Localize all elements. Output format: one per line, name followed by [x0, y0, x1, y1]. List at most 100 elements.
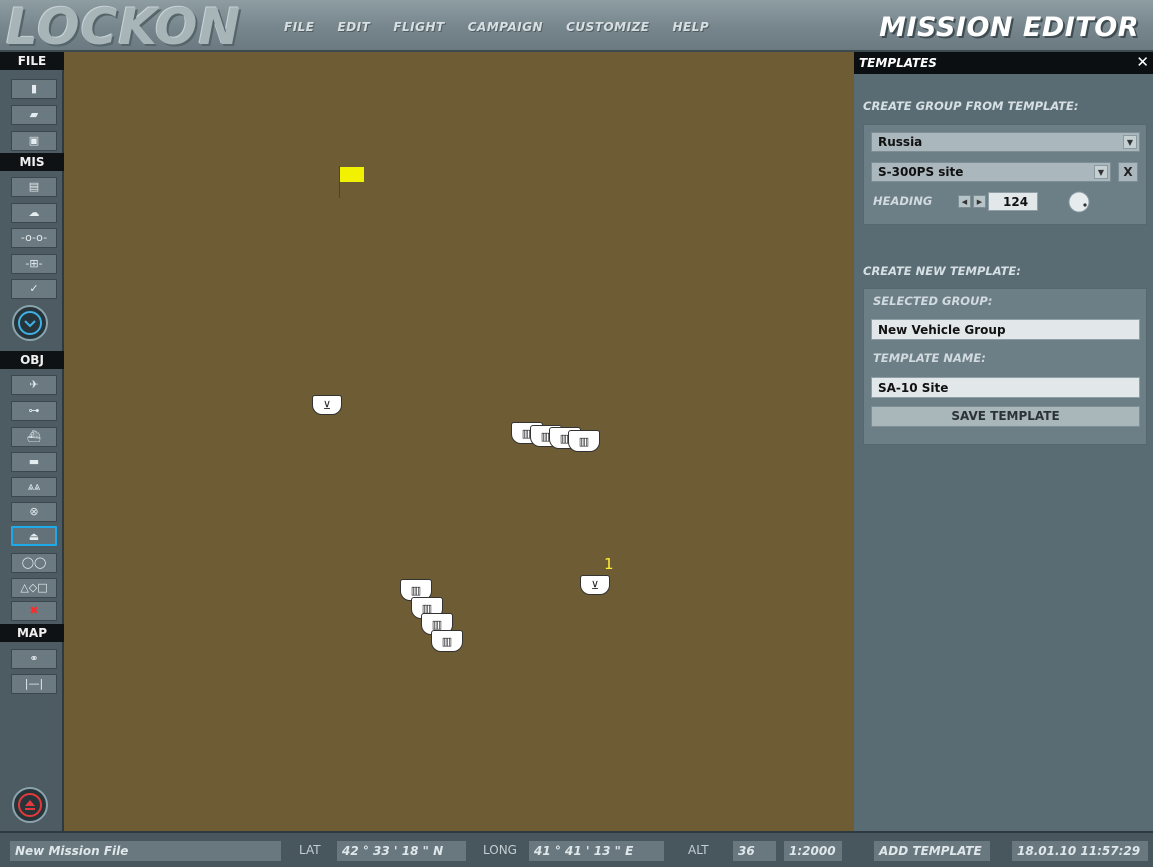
launcher-icon: ▥ [578, 434, 590, 448]
panel-header: TEMPLATES ✕ [854, 52, 1153, 74]
title-bar: LOCKON FILE EDIT FLIGHT CAMPAIGN CUSTOMI… [0, 0, 1153, 56]
selected-group-value: New Vehicle Group [878, 323, 1006, 337]
template-icon: ⏏ [28, 530, 40, 543]
longitude-value: 41 ° 41 ' 13 " E [529, 841, 664, 861]
radar-icon: ⊻ [322, 398, 332, 412]
save-icon: ▣ [28, 134, 40, 147]
section-file-header: FILE [0, 52, 64, 70]
plane-icon: ✈ [29, 378, 39, 391]
create-new-template-label: CREATE NEW TEMPLATE: [863, 264, 1021, 278]
templates-panel: TEMPLATES ✕ CREATE GROUP FROM TEMPLATE: … [854, 52, 1153, 831]
tank-icon: ▬ [28, 455, 40, 468]
menu-file[interactable]: FILE [284, 20, 315, 34]
eject-button[interactable] [12, 787, 48, 823]
menu-bar: FILE EDIT FLIGHT CAMPAIGN CUSTOMIZE HELP [284, 20, 709, 34]
heading-dial-icon[interactable] [1068, 191, 1090, 213]
vehicle-group-icon: ⩓⩓ [27, 480, 41, 493]
long-label: LONG [483, 843, 517, 857]
section-obj-header: OBJ [0, 351, 64, 369]
map-view-button[interactable]: ⚭ [11, 649, 57, 669]
briefing-icon: ▤ [28, 180, 40, 193]
add-shapes-button[interactable]: △◇□ [11, 578, 57, 598]
heading-decrease-button[interactable]: ◀ [958, 195, 971, 208]
template-name-input[interactable]: SA-10 Site [871, 377, 1140, 398]
add-vehicle-button[interactable]: ▬ [11, 452, 57, 472]
open-folder-icon: ▰ [29, 108, 39, 121]
measure-button[interactable]: |—| [11, 674, 57, 694]
clear-template-button[interactable]: X [1118, 162, 1138, 182]
ruler-icon: |—| [24, 677, 44, 690]
trigger-button[interactable]: -⊞- [11, 254, 57, 274]
mode-indicator: ADD TEMPLATE [874, 841, 990, 861]
create-new-template-box: SELECTED GROUP: New Vehicle Group TEMPLA… [863, 288, 1147, 445]
briefing-button[interactable]: ▤ [11, 177, 57, 197]
unit-number-label: 1 [604, 555, 614, 573]
save-file-button[interactable]: ▣ [11, 131, 57, 151]
chevron-down-icon[interactable]: ▼ [1094, 165, 1108, 179]
lockon-logo: LOCKON [6, 0, 242, 56]
menu-customize[interactable]: CUSTOMIZE [566, 20, 649, 34]
template-name-value: SA-10 Site [878, 381, 949, 395]
section-map-header: MAP [0, 624, 64, 642]
altitude-value: 36 [733, 841, 776, 861]
country-select[interactable]: Russia ▼ [871, 132, 1140, 152]
static-object-icon: ⊗ [29, 505, 39, 518]
bullseye-flag[interactable] [340, 167, 364, 182]
binoculars-icon: ⚭ [29, 652, 39, 665]
new-file-icon: ▮ [30, 82, 38, 95]
app-title: MISSION EDITOR [879, 12, 1139, 43]
create-from-template-label: CREATE GROUP FROM TEMPLATE: [863, 99, 1079, 113]
delete-icon: ✖ [29, 604, 39, 617]
route-button[interactable]: -o-o- [11, 228, 57, 248]
add-ship-button[interactable]: ⛴ [11, 427, 57, 447]
launcher-icon: ▥ [431, 617, 443, 631]
collapse-mis-button[interactable] [12, 305, 48, 341]
ship-icon: ⛴ [27, 430, 41, 443]
menu-flight[interactable]: FLIGHT [393, 20, 444, 34]
menu-campaign[interactable]: CAMPAIGN [468, 20, 543, 34]
route-icon: -o-o- [20, 231, 48, 244]
zone-icon: ◯◯ [21, 556, 47, 569]
trigger-icon: -⊞- [25, 257, 43, 270]
template-select[interactable]: S-300PS site ▼ [871, 162, 1111, 182]
check-button[interactable]: ✓ [11, 279, 57, 299]
selected-group-field[interactable]: New Vehicle Group [871, 319, 1140, 340]
left-toolbar: FILE ▮ ▰ ▣ MIS ▤ ☁ -o-o- -⊞- ✓ OBJ ✈ ⊶ ⛴… [0, 52, 64, 831]
save-template-button[interactable]: SAVE TEMPLATE [871, 406, 1140, 427]
alt-label: ALT [688, 843, 709, 857]
radar-unit[interactable]: ⊻ [580, 575, 610, 595]
launcher-unit[interactable]: ▥ [431, 630, 463, 652]
map-canvas[interactable]: ⊻ ▥ ▥ ▥ ▥ ⊻ 1 ▥ ▥ ▥ ▥ [64, 52, 854, 831]
launcher-icon: ▥ [441, 634, 453, 648]
template-name-label: TEMPLATE NAME: [873, 351, 986, 365]
shapes-icon: △◇□ [20, 581, 48, 594]
open-file-button[interactable]: ▰ [11, 105, 57, 125]
section-mis-header: MIS [0, 153, 64, 171]
templates-button[interactable]: ⏏ [11, 526, 57, 546]
new-file-button[interactable]: ▮ [11, 79, 57, 99]
heading-value: 124 [1003, 195, 1029, 209]
menu-help[interactable]: HELP [672, 20, 709, 34]
delete-object-button[interactable]: ✖ [11, 601, 57, 621]
helicopter-icon: ⊶ [28, 404, 40, 417]
datetime-display: 18.01.10 11:57:29 [1012, 841, 1148, 861]
weather-button[interactable]: ☁ [11, 203, 57, 223]
add-group-button[interactable]: ⩓⩓ [11, 477, 57, 497]
heading-label: HEADING [873, 194, 933, 208]
template-value: S-300PS site [878, 165, 964, 179]
panel-title: TEMPLATES [859, 56, 937, 70]
heading-input[interactable]: 124 [988, 192, 1038, 211]
launcher-unit[interactable]: ▥ [568, 430, 600, 452]
chevron-down-icon[interactable]: ▼ [1123, 135, 1137, 149]
add-zone-button[interactable]: ◯◯ [11, 553, 57, 573]
add-static-button[interactable]: ⊗ [11, 502, 57, 522]
country-value: Russia [878, 135, 923, 149]
map-scale[interactable]: 1:2000 [784, 841, 842, 861]
radar-unit[interactable]: ⊻ [312, 395, 342, 415]
heading-increase-button[interactable]: ▶ [973, 195, 986, 208]
close-panel-button[interactable]: ✕ [1136, 53, 1149, 71]
mission-file-name: New Mission File [10, 841, 281, 861]
add-helicopter-button[interactable]: ⊶ [11, 401, 57, 421]
add-plane-button[interactable]: ✈ [11, 375, 57, 395]
menu-edit[interactable]: EDIT [338, 20, 371, 34]
